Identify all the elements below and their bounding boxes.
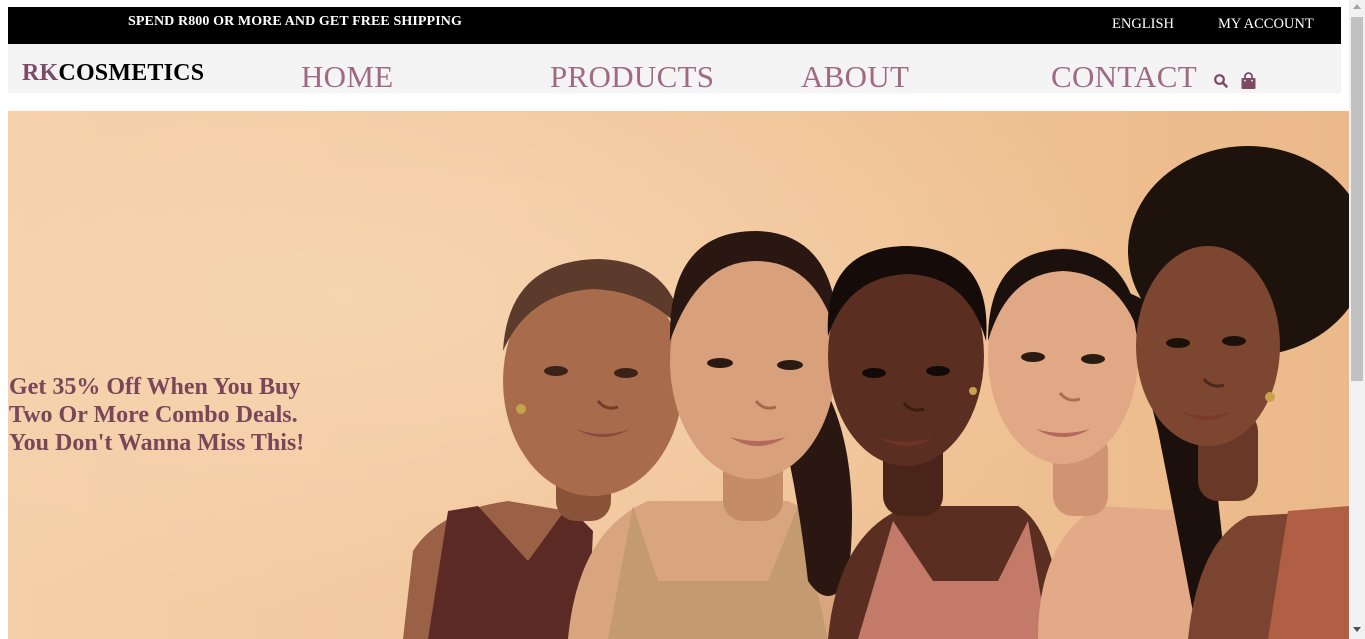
hero-promo-text: Get 35% Off When You Buy Two Or More Com… (9, 373, 349, 457)
hero-line-2: Two Or More Combo Deals. (9, 402, 298, 428)
page: SPEND R800 OR MORE AND GET FREE SHIPPING… (0, 0, 1365, 639)
scroll-up-arrow-icon[interactable] (1353, 4, 1361, 9)
site-logo[interactable]: RKCOSMETICS (22, 60, 204, 87)
hero-line-1: Get 35% Off When You Buy (9, 374, 301, 400)
language-selector[interactable]: ENGLISH (1112, 16, 1174, 33)
page-scrollbar[interactable] (1349, 0, 1365, 639)
nav-products-link[interactable]: PRODUCTS (550, 59, 714, 95)
nav-about-link[interactable]: ABOUT (801, 59, 909, 95)
shopping-bag-icon[interactable] (1240, 72, 1258, 90)
scroll-down-arrow-icon[interactable] (1353, 627, 1361, 632)
hero-banner: Get 35% Off When You Buy Two Or More Com… (8, 111, 1349, 639)
announcement-bar: SPEND R800 OR MORE AND GET FREE SHIPPING… (8, 7, 1341, 44)
search-icon[interactable] (1213, 73, 1231, 91)
nav-contact-link[interactable]: CONTACT (1051, 59, 1197, 95)
logo-suffix: COSMETICS (58, 60, 205, 86)
shipping-promo-text: SPEND R800 OR MORE AND GET FREE SHIPPING (128, 14, 462, 29)
scrollbar-thumb[interactable] (1351, 17, 1363, 381)
logo-prefix: RK (22, 60, 59, 86)
my-account-link[interactable]: MY ACCOUNT (1218, 16, 1314, 33)
main-navbar: RKCOSMETICS HOME PRODUCTS ABOUT CONTACT (8, 44, 1341, 95)
hero-line-3: You Don't Wanna Miss This! (9, 430, 305, 456)
nav-home-link[interactable]: HOME (301, 59, 393, 95)
